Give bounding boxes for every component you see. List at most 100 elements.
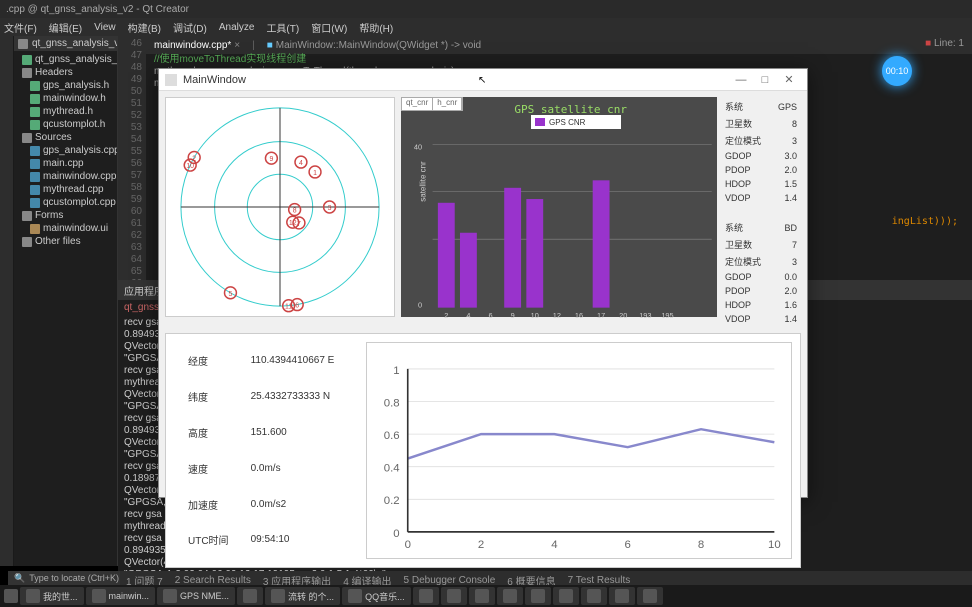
svg-text:6: 6 <box>295 303 299 310</box>
taskbar-item[interactable]: mainwin... <box>86 587 156 605</box>
table-row: 速度0.0m/s <box>178 451 344 485</box>
taskbar-item[interactable] <box>237 587 263 605</box>
menu-build[interactable]: 构建(B) <box>128 20 161 35</box>
table-row: VDOP1.4 <box>723 313 799 325</box>
table-row: PDOP2.0 <box>723 285 799 297</box>
minimize-button[interactable]: — <box>729 74 753 86</box>
tree-folder[interactable]: Other files <box>14 235 117 248</box>
tree-folder[interactable]: Headers <box>14 66 117 79</box>
table-row: 纬度25.4332733333 N <box>178 380 344 414</box>
taskbar-item[interactable] <box>637 587 663 605</box>
maximize-button[interactable]: □ <box>753 74 777 86</box>
tree-file[interactable]: mainwindow.h <box>14 92 117 105</box>
polar-plot: 123456789101112 <box>165 97 395 317</box>
position-info: 经度110.4394410667 E纬度25.4332733333 N高度151… <box>176 342 346 559</box>
gps-info-table: 系统GPS卫星数8定位模式3GDOP3.0PDOP2.0HDOP1.5VDOP1… <box>721 97 801 327</box>
taskbar-item[interactable] <box>525 587 551 605</box>
table-row: GDOP3.0 <box>723 150 799 162</box>
svg-text:4: 4 <box>466 311 470 320</box>
table-row: VDOP1.4 <box>723 192 799 204</box>
svg-text:40: 40 <box>414 143 422 152</box>
taskbar-item[interactable] <box>497 587 523 605</box>
tree-file[interactable]: mythread.cpp <box>14 183 117 196</box>
close-button[interactable]: ✕ <box>777 73 801 86</box>
tree-pro-file[interactable]: qt_gnss_analysis_v2.pro <box>14 53 117 66</box>
status-tab[interactable]: 5 Debugger Console <box>404 575 496 586</box>
table-row: 定位模式3 <box>723 254 799 269</box>
window-icon <box>165 74 177 86</box>
record-badge: 00:10 <box>882 56 912 86</box>
table-row: GDOP0.0 <box>723 271 799 283</box>
taskbar-item[interactable] <box>609 587 635 605</box>
main-window-dialog: MainWindow — □ ✕ 123456789101112 qt_cnr … <box>158 68 808 498</box>
menu-help[interactable]: 帮助(H) <box>359 20 393 35</box>
start-button[interactable] <box>4 589 18 603</box>
tree-file[interactable]: main.cpp <box>14 157 117 170</box>
svg-text:9: 9 <box>511 311 515 320</box>
table-row: PDOP2.0 <box>723 164 799 176</box>
menu-bar: 文件(F) 编辑(E) View 构建(B) 调试(D) Analyze 工具(… <box>0 18 972 36</box>
taskbar-item[interactable] <box>581 587 607 605</box>
svg-text:9: 9 <box>269 156 273 163</box>
tree-file[interactable]: mainwindow.ui <box>14 222 117 235</box>
svg-text:1: 1 <box>313 170 317 177</box>
project-header: qt_gnss_analysis_v2 <box>14 36 117 51</box>
svg-text:10: 10 <box>768 539 781 551</box>
menu-edit[interactable]: 编辑(E) <box>49 20 82 35</box>
svg-text:20: 20 <box>619 311 627 320</box>
mode-rail[interactable] <box>0 36 14 566</box>
close-icon[interactable]: × <box>234 40 240 51</box>
tree-file[interactable]: mainwindow.cpp <box>14 170 117 183</box>
svg-text:0: 0 <box>394 528 400 540</box>
tree-file[interactable]: qcustomplot.cpp <box>14 196 117 209</box>
table-row: HDOP1.6 <box>723 299 799 311</box>
svg-text:5: 5 <box>229 291 233 298</box>
svg-text:11: 11 <box>285 304 292 311</box>
taskbar-item[interactable] <box>553 587 579 605</box>
svg-text:3: 3 <box>328 205 332 212</box>
locator-input[interactable]: 🔍 Type to locate (Ctrl+K) <box>8 571 125 585</box>
tree-folder[interactable]: Forms <box>14 209 117 222</box>
menu-analyze[interactable]: Analyze <box>219 22 255 33</box>
tree-file[interactable]: qcustomplot.h <box>14 118 117 131</box>
svg-text:0.4: 0.4 <box>384 463 400 475</box>
menu-file[interactable]: 文件(F) <box>4 20 37 35</box>
project-panel: qt_gnss_analysis_v2 qt_gnss_analysis_v2.… <box>14 36 118 566</box>
symbol-locator[interactable]: ■MainWindow::MainWindow(QWidget *) -> vo… <box>263 40 485 51</box>
svg-text:6: 6 <box>625 539 631 551</box>
svg-text:0: 0 <box>405 539 411 551</box>
dialog-titlebar[interactable]: MainWindow — □ ✕ <box>159 69 807 91</box>
table-row: 加速度0.0m/s2 <box>178 487 344 521</box>
taskbar-item[interactable]: 流转 的个... <box>265 587 340 605</box>
tree-file[interactable]: mythread.h <box>14 105 117 118</box>
menu-view[interactable]: View <box>94 22 116 33</box>
tab-mainwindow[interactable]: mainwindow.cpp*× <box>150 40 244 51</box>
status-tab[interactable]: 2 Search Results <box>175 575 251 586</box>
menu-tools[interactable]: 工具(T) <box>266 20 299 35</box>
taskbar-item[interactable] <box>413 587 439 605</box>
tree-file[interactable]: gps_analysis.cpp <box>14 144 117 157</box>
taskbar-item[interactable]: 我的世... <box>20 587 84 605</box>
cnr-bar-chart: qt_cnr h_cnr GPS satellite cnr GPS CNR s… <box>401 97 717 317</box>
tree-folder[interactable]: Sources <box>14 131 117 144</box>
taskbar-item[interactable] <box>469 587 495 605</box>
menu-window[interactable]: 窗口(W) <box>311 20 347 35</box>
table-row: 经度110.4394410667 E <box>178 344 344 378</box>
table-row: 系统GPS <box>723 99 799 114</box>
table-row: 系统BD <box>723 220 799 235</box>
table-row: HDOP1.5 <box>723 178 799 190</box>
taskbar-item[interactable]: QQ音乐... <box>342 587 411 605</box>
svg-text:0.2: 0.2 <box>384 495 400 507</box>
project-icon <box>18 39 28 49</box>
status-tab[interactable]: 7 Test Results <box>568 575 631 586</box>
taskbar-item[interactable]: GPS NME... <box>157 587 235 605</box>
svg-text:8: 8 <box>698 539 704 551</box>
svg-text:0.8: 0.8 <box>384 397 400 409</box>
svg-text:1: 1 <box>394 365 400 377</box>
menu-debug[interactable]: 调试(D) <box>173 20 207 35</box>
taskbar-item[interactable] <box>441 587 467 605</box>
svg-text:10: 10 <box>186 163 194 170</box>
line-indicator: ■ Line: 1 <box>925 38 964 49</box>
line-chart: 00.20.40.60.810246810 <box>366 342 792 559</box>
tree-file[interactable]: gps_analysis.h <box>14 79 117 92</box>
